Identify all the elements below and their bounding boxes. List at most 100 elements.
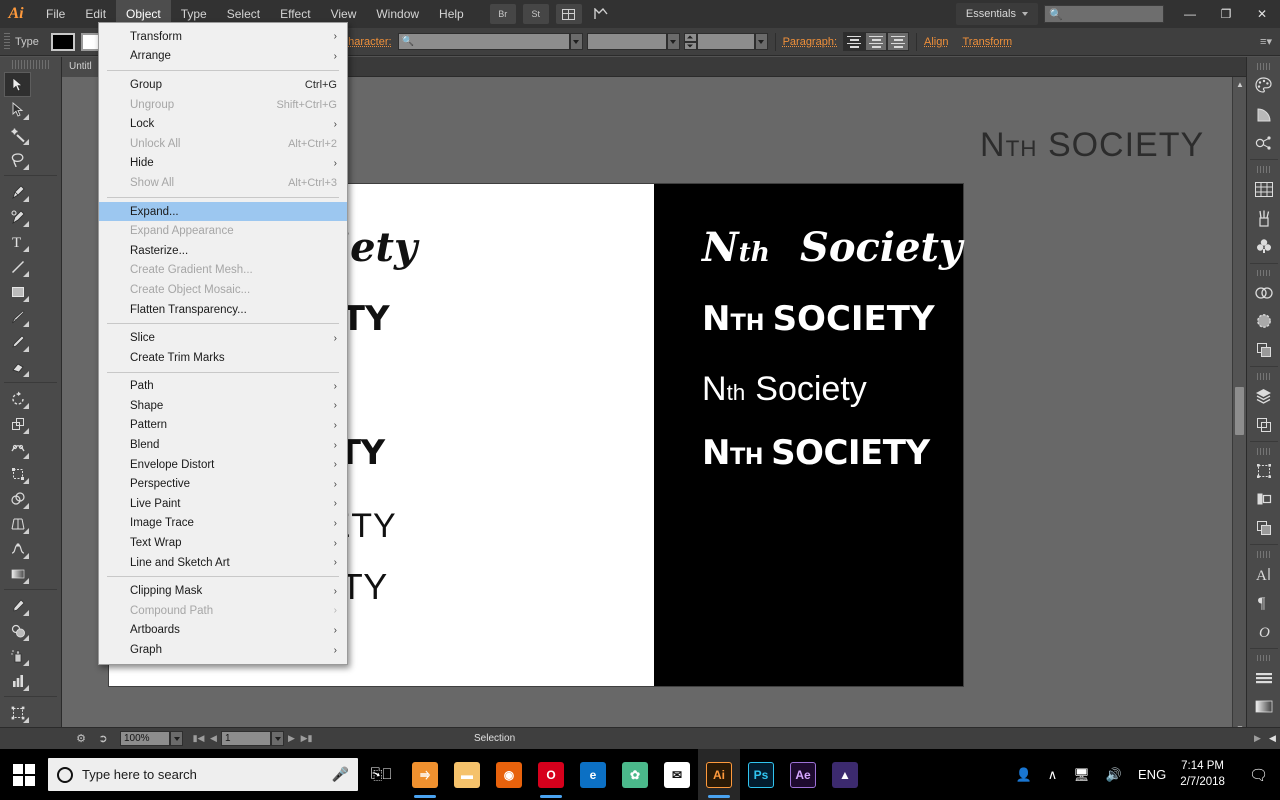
next-artboard-button[interactable]: ▶ <box>284 730 299 748</box>
font-size-dropdown[interactable] <box>754 33 768 50</box>
artboard-dropdown[interactable] <box>271 731 284 746</box>
fill-color-swatch[interactable] <box>50 32 75 51</box>
network-icon[interactable]: 🖥 <box>1065 767 1098 783</box>
direct-selection-tool[interactable] <box>4 97 31 122</box>
font-family-field[interactable]: 🔍 <box>397 33 570 50</box>
taskbar-app-adobe-photoshop[interactable]: Ps <box>740 749 782 800</box>
preflight-icon[interactable]: ⚙ <box>70 728 92 750</box>
taskbar-app-file-explorer[interactable]: ▬ <box>446 749 488 800</box>
logo-variant-2-dark[interactable]: NTH SOCIETY <box>702 302 935 336</box>
taskbar-search-box[interactable]: Type here to search 🎤 <box>48 758 358 791</box>
share-icon[interactable]: ➲ <box>92 728 114 750</box>
paragraph-panel-icon[interactable]: ¶ <box>1249 588 1279 617</box>
rotate-tool[interactable] <box>4 386 31 411</box>
microphone-icon[interactable]: 🎤 <box>332 766 349 783</box>
dock-group-grip-4[interactable] <box>1256 373 1271 380</box>
align-panel-icon[interactable] <box>1249 457 1279 486</box>
task-view-button[interactable]: ⎘⎕ <box>358 749 404 800</box>
tools-panel-grip[interactable] <box>12 60 49 69</box>
menu-item-hide[interactable]: Hide › <box>99 154 347 174</box>
color-panel-icon[interactable] <box>1249 72 1279 101</box>
last-artboard-button[interactable]: ▶▮ <box>299 730 314 748</box>
taskbar-app-green-app[interactable]: ✿ <box>614 749 656 800</box>
menu-item-transform[interactable]: Transform › <box>99 27 347 47</box>
symbols-panel-icon[interactable] <box>1249 232 1279 261</box>
align-right-button[interactable] <box>887 32 910 51</box>
menu-item-group[interactable]: Group Ctrl+G <box>99 75 347 95</box>
logo-variant-3-dark[interactable]: Nth Society <box>702 372 867 406</box>
align-left-button[interactable] <box>843 32 866 51</box>
taskbar-app-opera[interactable]: O <box>530 749 572 800</box>
people-icon[interactable]: 👤 <box>1008 767 1040 783</box>
gradient-panel-icon[interactable] <box>1249 692 1279 721</box>
eraser-tool[interactable] <box>4 354 31 379</box>
selection-tool[interactable] <box>4 72 31 97</box>
mesh-tool[interactable] <box>4 536 31 561</box>
appearance-panel-icon[interactable] <box>1249 663 1279 692</box>
align-panel-link[interactable]: Align <box>924 36 948 48</box>
menu-file[interactable]: File <box>36 0 75 28</box>
scale-tool[interactable] <box>4 411 31 436</box>
taskbar-clock[interactable]: 7:14 PM 2/7/2018 <box>1174 759 1237 790</box>
dock-grip[interactable] <box>1256 63 1271 70</box>
line-segment-tool[interactable] <box>4 254 31 279</box>
width-tool[interactable] <box>4 436 31 461</box>
adobe-search-box[interactable]: 🔍 <box>1044 5 1164 23</box>
menu-item-create-trim-marks[interactable]: Create Trim Marks <box>99 348 347 368</box>
zoom-level-field[interactable]: 100% <box>120 731 170 746</box>
curvature-tool[interactable] <box>4 204 31 229</box>
logo-variant-1-dark[interactable]: Nth Society <box>702 228 962 268</box>
eyedropper-tool[interactable] <box>4 593 31 618</box>
shape-builder-tool[interactable] <box>4 486 31 511</box>
transparency-panel-icon[interactable] <box>1249 336 1279 365</box>
align-center-button[interactable] <box>865 32 888 51</box>
menu-item-arrange[interactable]: Arrange › <box>99 47 347 67</box>
column-graph-tool[interactable] <box>4 668 31 693</box>
type-tool[interactable]: T <box>4 229 31 254</box>
symbol-sprayer-tool[interactable] <box>4 643 31 668</box>
minimize-button[interactable]: — <box>1172 0 1208 28</box>
object-menu-dropdown[interactable]: Transform › Arrange › Group Ctrl+G Ungroup Shif… <box>98 22 348 665</box>
rectangle-tool[interactable] <box>4 279 31 304</box>
font-size-stepper[interactable] <box>683 33 697 50</box>
taskbar-app-firefox[interactable]: ◉ <box>488 749 530 800</box>
menu-item-line-and-sketch-art[interactable]: Line and Sketch Art › <box>99 553 347 573</box>
arrange-documents-icon[interactable] <box>555 4 582 24</box>
pen-tool[interactable] <box>4 179 31 204</box>
status-collapse-button[interactable]: ◀ <box>1265 730 1280 748</box>
menu-item-clipping-mask[interactable]: Clipping Mask › <box>99 581 347 601</box>
dock-group-grip-7[interactable] <box>1256 654 1271 662</box>
taskbar-app-mail[interactable]: ✉ <box>656 749 698 800</box>
artboards-panel-icon[interactable] <box>1249 410 1279 439</box>
menu-item-rasterize[interactable]: Rasterize... <box>99 241 347 261</box>
start-button[interactable] <box>0 749 48 800</box>
control-bar-grip[interactable] <box>4 32 10 51</box>
bridge-button[interactable]: Br <box>489 4 516 24</box>
menu-item-text-wrap[interactable]: Text Wrap › <box>99 533 347 553</box>
artboard-number-field[interactable]: 1 <box>221 731 271 746</box>
font-style-field[interactable] <box>586 33 667 50</box>
color-guide-icon[interactable] <box>1249 100 1279 129</box>
pencil-tool[interactable] <box>4 329 31 354</box>
lasso-tool[interactable] <box>4 147 31 172</box>
paragraph-label[interactable]: Paragraph: <box>783 36 837 48</box>
free-transform-tool[interactable] <box>4 461 31 486</box>
magic-wand-tool[interactable] <box>4 122 31 147</box>
menu-item-envelope-distort[interactable]: Envelope Distort › <box>99 455 347 475</box>
menu-item-shape[interactable]: Shape › <box>99 396 347 416</box>
character-panel-icon[interactable]: A <box>1249 560 1279 589</box>
transform-panel-link[interactable]: Transform <box>962 36 1012 48</box>
menu-item-live-paint[interactable]: Live Paint › <box>99 494 347 514</box>
zoom-level-dropdown[interactable] <box>170 731 183 746</box>
behance-icon[interactable] <box>589 4 615 24</box>
volume-icon[interactable]: 🔊 <box>1098 767 1130 783</box>
paintbrush-tool[interactable] <box>4 304 31 329</box>
taskbar-app-microsoft-edge[interactable]: e <box>572 749 614 800</box>
dock-group-grip-6[interactable] <box>1256 551 1271 558</box>
menu-help[interactable]: Help <box>429 0 474 28</box>
font-family-dropdown[interactable] <box>569 33 583 50</box>
action-center-icon[interactable]: 🗨 <box>1237 766 1280 784</box>
logo-variant-4-dark[interactable]: NTH SOCIETY <box>702 436 930 470</box>
workspace-switcher[interactable]: Essentials <box>955 3 1038 25</box>
menu-item-perspective[interactable]: Perspective › <box>99 474 347 494</box>
